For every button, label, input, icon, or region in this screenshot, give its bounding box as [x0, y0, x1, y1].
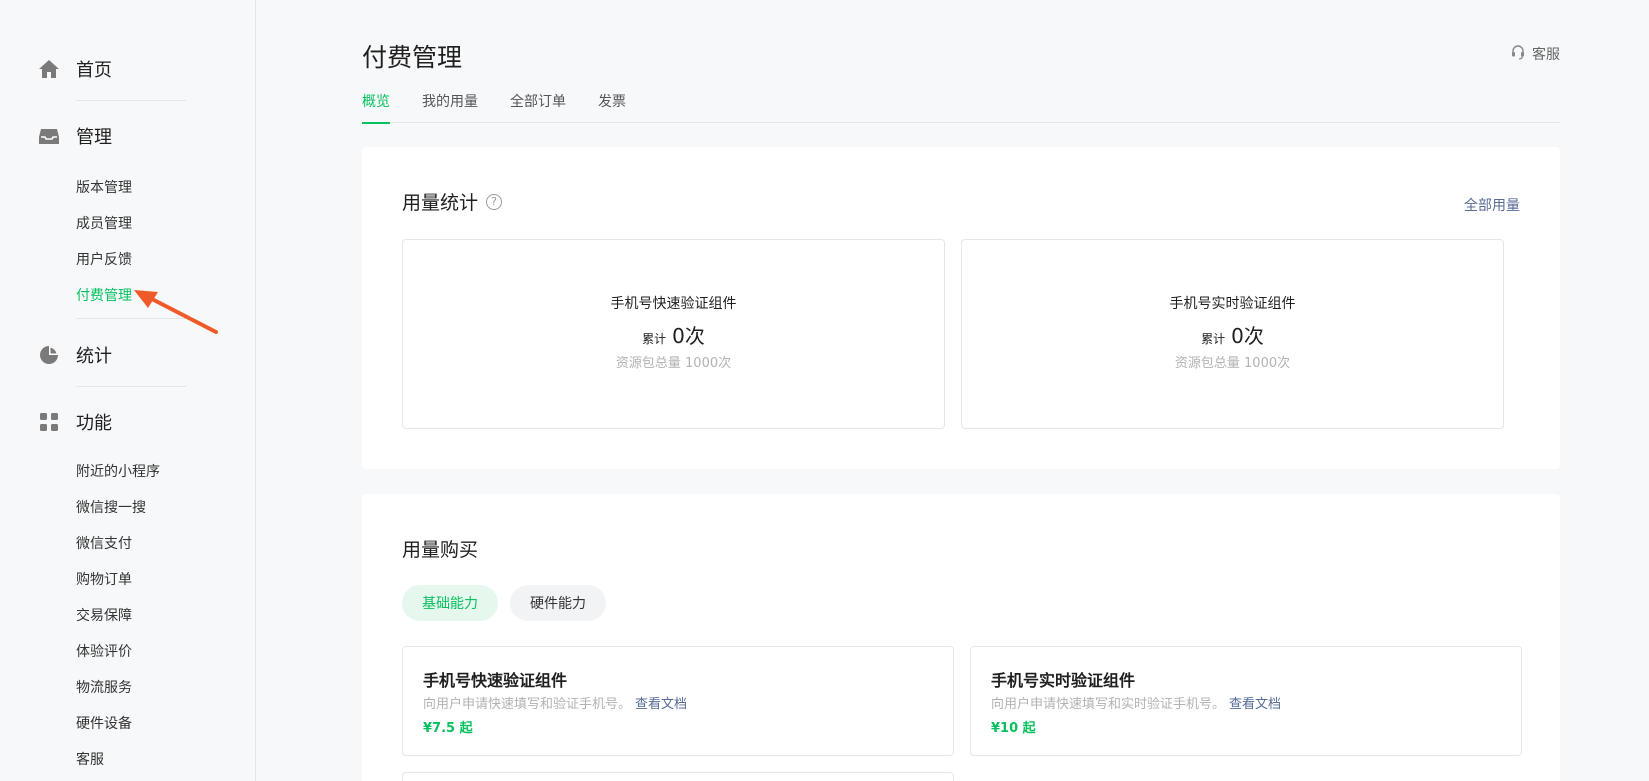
- stat-total: 资源包总量 1000次: [1174, 356, 1291, 371]
- all-usage-link[interactable]: 全部用量: [1464, 195, 1520, 215]
- product-price: ¥7.5 起: [423, 721, 473, 736]
- product-desc-row: 向用户申请快速填写和实时验证手机号。 查看文档: [991, 693, 1281, 712]
- stat-name: 手机号快速验证组件: [610, 296, 737, 312]
- sidebar-item-search[interactable]: 微信搜一搜: [76, 497, 146, 517]
- stat-total: 资源包总量 1000次: [615, 356, 732, 371]
- annotation-arrow-icon: [134, 290, 218, 334]
- sidebar-item-members[interactable]: 成员管理: [76, 213, 132, 233]
- inbox-icon: [38, 125, 60, 147]
- customer-service-link[interactable]: 客服: [1510, 44, 1560, 64]
- sidebar-item-service[interactable]: 客服: [76, 749, 104, 769]
- nav-home-label: 首页: [76, 60, 112, 81]
- stat-count: 累计 0次: [403, 320, 944, 349]
- product-desc: 向用户申请快速填写和实时验证手机号。: [991, 697, 1226, 712]
- nav-manage-label: 管理: [76, 127, 112, 148]
- usage-stats-heading: 用量统计 ?: [402, 188, 503, 215]
- stat-value: 0次: [672, 324, 705, 348]
- sidebar-item-version[interactable]: 版本管理: [76, 177, 132, 197]
- stat-prefix: 累计: [642, 332, 667, 346]
- sidebar-item-logistics[interactable]: 物流服务: [76, 677, 132, 697]
- sidebar-item-billing[interactable]: 付费管理: [76, 285, 132, 305]
- nav-manage[interactable]: 管理: [38, 123, 112, 149]
- usage-stat-box: 手机号实时验证组件 累计 0次 资源包总量 1000次: [961, 239, 1504, 429]
- sidebar-item-nearby[interactable]: 附近的小程序: [76, 461, 160, 481]
- sidebar: 首页 管理 版本管理 成员管理 用户反馈 付费管理 统计 功能 附近的小程序 微…: [0, 0, 256, 781]
- sidebar-item-feedback[interactable]: 用户反馈: [76, 249, 132, 269]
- stat-prefix: 累计: [1201, 332, 1226, 346]
- product-price: ¥10 起: [991, 721, 1036, 736]
- sidebar-item-guarantee[interactable]: 交易保障: [76, 605, 132, 625]
- product-name: 手机号实时验证组件: [991, 671, 1136, 690]
- pie-chart-icon: [38, 344, 60, 366]
- product-desc-row: 向用户申请快速填写和验证手机号。 查看文档: [423, 693, 687, 712]
- page-title: 付费管理: [362, 43, 463, 72]
- usage-purchase-title: 用量购买: [402, 539, 479, 561]
- product-card[interactable]: 手机号快速验证组件 向用户申请快速填写和验证手机号。 查看文档 ¥7.5 起: [402, 646, 954, 756]
- nav-home[interactable]: 首页: [38, 56, 112, 82]
- usage-purchase-card: 用量购买 基础能力 硬件能力 手机号快速验证组件 向用户申请快速填写和验证手机号…: [362, 494, 1560, 781]
- capability-filter: 基础能力 硬件能力: [402, 585, 606, 621]
- stat-count: 累计 0次: [962, 320, 1503, 349]
- tab-invoice[interactable]: 发票: [598, 91, 626, 123]
- divider: [76, 386, 186, 387]
- sidebar-item-review[interactable]: 体验评价: [76, 641, 132, 661]
- main-content: 付费管理 客服 概览 我的用量 全部订单 发票 用量统计 ? 全部用量 手机号快…: [362, 0, 1560, 781]
- stat-name: 手机号实时验证组件: [1169, 296, 1296, 312]
- divider: [76, 100, 186, 101]
- nav-features[interactable]: 功能: [38, 409, 112, 435]
- usage-stats-card: 用量统计 ? 全部用量 手机号快速验证组件 累计 0次 资源包总量 1000次 …: [362, 147, 1560, 469]
- home-icon: [38, 58, 60, 80]
- headset-icon: [1510, 44, 1526, 64]
- product-name: 手机号快速验证组件: [423, 671, 568, 690]
- product-card[interactable]: 手机号实时验证组件 向用户申请快速填写和实时验证手机号。 查看文档 ¥10 起: [970, 646, 1522, 756]
- pill-basic[interactable]: 基础能力: [402, 585, 498, 621]
- view-docs-link[interactable]: 查看文档: [635, 697, 687, 712]
- product-desc: 向用户申请快速填写和验证手机号。: [423, 697, 632, 712]
- nav-features-label: 功能: [76, 413, 112, 434]
- tab-bar: 概览 我的用量 全部订单 发票: [362, 91, 1560, 124]
- tab-my-usage[interactable]: 我的用量: [422, 91, 478, 123]
- view-docs-link[interactable]: 查看文档: [1229, 697, 1281, 712]
- sidebar-item-pay[interactable]: 微信支付: [76, 533, 132, 553]
- tab-overview[interactable]: 概览: [362, 91, 390, 124]
- stat-value: 0次: [1231, 324, 1264, 348]
- usage-stats-title: 用量统计: [402, 192, 479, 214]
- sidebar-item-orders[interactable]: 购物订单: [76, 569, 132, 589]
- tab-all-orders[interactable]: 全部订单: [510, 91, 566, 123]
- grid-icon: [38, 411, 60, 433]
- nav-stats[interactable]: 统计: [38, 342, 112, 368]
- nav-stats-label: 统计: [76, 346, 112, 367]
- pill-hardware[interactable]: 硬件能力: [510, 585, 606, 621]
- sidebar-item-hardware[interactable]: 硬件设备: [76, 713, 132, 733]
- product-card[interactable]: [402, 772, 954, 781]
- customer-service-label: 客服: [1532, 47, 1560, 63]
- question-circle-icon[interactable]: ?: [486, 193, 503, 210]
- usage-stat-box: 手机号快速验证组件 累计 0次 资源包总量 1000次: [402, 239, 945, 429]
